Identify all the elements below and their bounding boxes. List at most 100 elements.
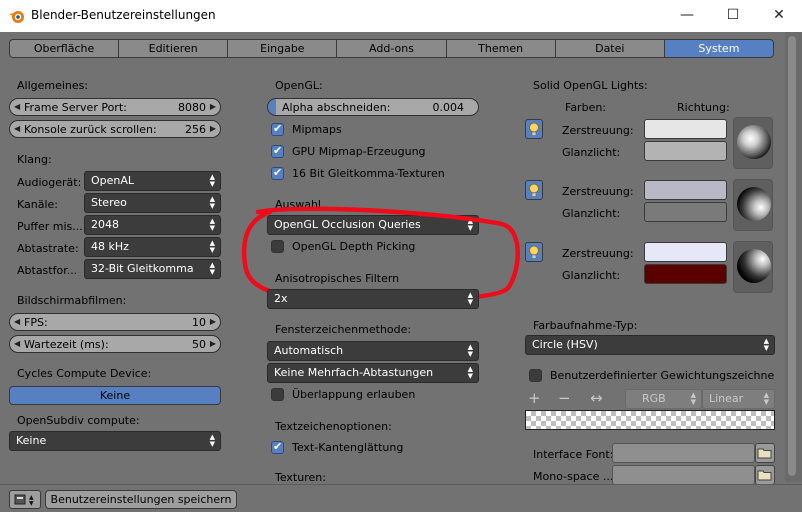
fps-field[interactable]: ◀ FPS: 10 ▶ xyxy=(9,313,221,331)
sound-heading: Klang: xyxy=(17,153,52,166)
general-heading: Allgemeines: xyxy=(17,79,89,92)
sample-rate-dropdown[interactable]: 48 kHz ▲ ▼ xyxy=(84,237,221,257)
preferences-icon: ▲▼ xyxy=(14,494,34,507)
maximize-button[interactable]: ☐ xyxy=(710,0,756,32)
light-2-diffuse-label: Zerstreuung: xyxy=(562,185,634,198)
light-3-diffuse-swatch[interactable] xyxy=(644,242,727,262)
light-3-direction-ball[interactable] xyxy=(737,249,771,283)
increment-arrow-icon[interactable]: ▶ xyxy=(210,124,216,133)
custom-weight-label: Benutzerdefinierter Gewichtungszeichnen-… xyxy=(550,369,775,382)
light-3-specular-swatch[interactable] xyxy=(644,264,727,284)
decrement-arrow-icon[interactable]: ◀ xyxy=(14,124,20,133)
updown-arrows-icon: ▲ ▼ xyxy=(209,433,215,448)
lightbulb-icon xyxy=(529,245,539,259)
light-1-diffuse-label: Zerstreuung: xyxy=(562,124,634,137)
add-stop-icon[interactable]: + xyxy=(528,389,541,407)
updown-arrows-icon: ▲ ▼ xyxy=(209,261,215,276)
light-2-diffuse-swatch[interactable] xyxy=(644,180,727,200)
light-2-direction-ball[interactable] xyxy=(737,187,771,221)
float-textures-checkbox[interactable] xyxy=(271,166,284,180)
tab-addons[interactable]: Add-ons xyxy=(336,39,446,58)
audio-device-dropdown[interactable]: OpenAL ▲ ▼ xyxy=(84,171,221,191)
alpha-clip-fill xyxy=(268,99,276,115)
custom-weight-checkbox[interactable] xyxy=(529,369,542,382)
light-1-diffuse-swatch[interactable] xyxy=(644,119,727,139)
color-ramp-preview[interactable] xyxy=(525,410,775,430)
overlap-checkbox[interactable] xyxy=(271,388,284,401)
buffer-dropdown[interactable]: 2048 ▲ ▼ xyxy=(84,215,221,235)
decrement-arrow-icon[interactable]: ◀ xyxy=(14,317,20,326)
color-picker-dropdown[interactable]: Circle (HSV) ▲ ▼ xyxy=(525,335,775,355)
increment-arrow-icon[interactable]: ▶ xyxy=(210,339,216,348)
light-1-direction[interactable] xyxy=(733,117,773,169)
alpha-clip-field[interactable]: Alpha abschneiden: 0.004 xyxy=(267,98,479,116)
light-1-specular-label: Glanzlicht: xyxy=(562,146,621,159)
close-icon: ✕ xyxy=(773,7,785,23)
channels-dropdown[interactable]: Stereo ▲ ▼ xyxy=(84,193,221,213)
ramp-color-mode-dropdown[interactable]: RGB ▲ ▼ xyxy=(625,389,702,409)
save-preferences-button[interactable]: Benutzereinstellungen speichern xyxy=(45,490,237,509)
light-1-specular-swatch[interactable] xyxy=(644,141,727,161)
opensubdiv-dropdown[interactable]: Keine ▲ ▼ xyxy=(9,431,221,451)
console-scroll-field[interactable]: ◀ Konsole zurück scrollen: 256 ▶ xyxy=(9,120,221,138)
color-picker-heading: Farbaufnahme-Typ: xyxy=(533,319,638,332)
cycles-device-button[interactable]: Keine xyxy=(9,386,221,405)
interface-font-label: Interface Font: xyxy=(533,448,614,461)
wait-time-field[interactable]: ◀ Wartezeit (ms): 50 ▶ xyxy=(9,335,221,353)
minimize-button[interactable]: — xyxy=(664,0,710,32)
tab-editing[interactable]: Editieren xyxy=(118,39,228,58)
updown-arrows-icon: ▲ ▼ xyxy=(467,291,473,306)
light-3-direction[interactable] xyxy=(733,241,773,293)
remove-stop-icon[interactable]: − xyxy=(558,389,571,407)
solid-lights-heading: Solid OpenGL Lights: xyxy=(533,79,648,92)
cycles-heading: Cycles Compute Device: xyxy=(17,367,152,380)
increment-arrow-icon[interactable]: ▶ xyxy=(210,317,216,326)
tab-system[interactable]: System xyxy=(663,39,774,58)
light-3-specular-label: Glanzlicht: xyxy=(562,269,621,282)
mipmaps-label: Mipmaps xyxy=(292,123,342,136)
text-antialias-checkbox[interactable] xyxy=(271,440,284,454)
frame-server-port-field[interactable]: ◀ Frame Server Port: 8080 ▶ xyxy=(9,98,221,116)
multisample-dropdown[interactable]: Keine Mehrfach-Abtastungen ▲ ▼ xyxy=(267,363,479,383)
monospace-font-field[interactable] xyxy=(612,465,755,485)
opengl-heading: OpenGL: xyxy=(275,79,323,92)
tab-input[interactable]: Eingabe xyxy=(227,39,337,58)
aniso-dropdown[interactable]: 2x ▲ ▼ xyxy=(267,289,479,309)
interface-font-browse-button[interactable] xyxy=(755,443,775,463)
scrollbar-thumb[interactable] xyxy=(788,36,796,476)
audio-device-label: Audiogerät: xyxy=(17,176,82,189)
gpu-mipmap-checkbox[interactable] xyxy=(271,144,284,158)
flip-ramp-icon[interactable]: ↔ xyxy=(590,389,603,407)
light-2-specular-label: Glanzlicht: xyxy=(562,207,621,220)
editor-type-selector[interactable]: ▲ ▼ xyxy=(9,490,41,509)
light-2-specular-swatch[interactable] xyxy=(644,202,727,222)
light-1-direction-ball[interactable] xyxy=(737,125,771,159)
updown-arrows-icon: ▲ ▼ xyxy=(690,391,696,406)
decrement-arrow-icon[interactable]: ◀ xyxy=(14,339,20,348)
window-draw-dropdown[interactable]: Automatisch ▲ ▼ xyxy=(267,341,479,361)
tab-themes[interactable]: Themen xyxy=(445,39,555,58)
sample-format-dropdown[interactable]: 32-Bit Gleitkomma ▲ ▼ xyxy=(84,259,221,279)
light-2-direction[interactable] xyxy=(733,179,773,231)
light-2-toggle[interactable] xyxy=(525,180,543,200)
float-textures-label: 16 Bit Gleitkomma-Texturen xyxy=(292,167,445,180)
ramp-interpolation-dropdown[interactable]: Linear ▲ ▼ xyxy=(702,389,775,409)
tab-file[interactable]: Datei xyxy=(554,39,664,58)
interface-font-field[interactable] xyxy=(612,443,755,463)
light-1-toggle[interactable] xyxy=(525,119,543,139)
close-button[interactable]: ✕ xyxy=(756,0,802,32)
textures-heading: Texturen: xyxy=(275,471,326,484)
gpu-mipmap-label: GPU Mipmap-Erzeugung xyxy=(292,145,426,158)
updown-arrows-icon: ▲ ▼ xyxy=(467,365,473,380)
mipmaps-checkbox[interactable] xyxy=(271,122,284,136)
tab-interface[interactable]: Oberfläche xyxy=(9,39,119,58)
decrement-arrow-icon[interactable]: ◀ xyxy=(14,102,20,111)
light-3-toggle[interactable] xyxy=(525,242,543,262)
maximize-icon: ☐ xyxy=(726,7,740,23)
text-draw-heading: Textzeichenoptionen: xyxy=(275,420,392,433)
scrollbar[interactable] xyxy=(785,32,802,482)
increment-arrow-icon[interactable]: ▶ xyxy=(210,102,216,111)
monospace-font-browse-button[interactable] xyxy=(755,465,775,485)
folder-icon xyxy=(757,470,772,481)
updown-arrows-icon: ▲ ▼ xyxy=(763,391,769,406)
